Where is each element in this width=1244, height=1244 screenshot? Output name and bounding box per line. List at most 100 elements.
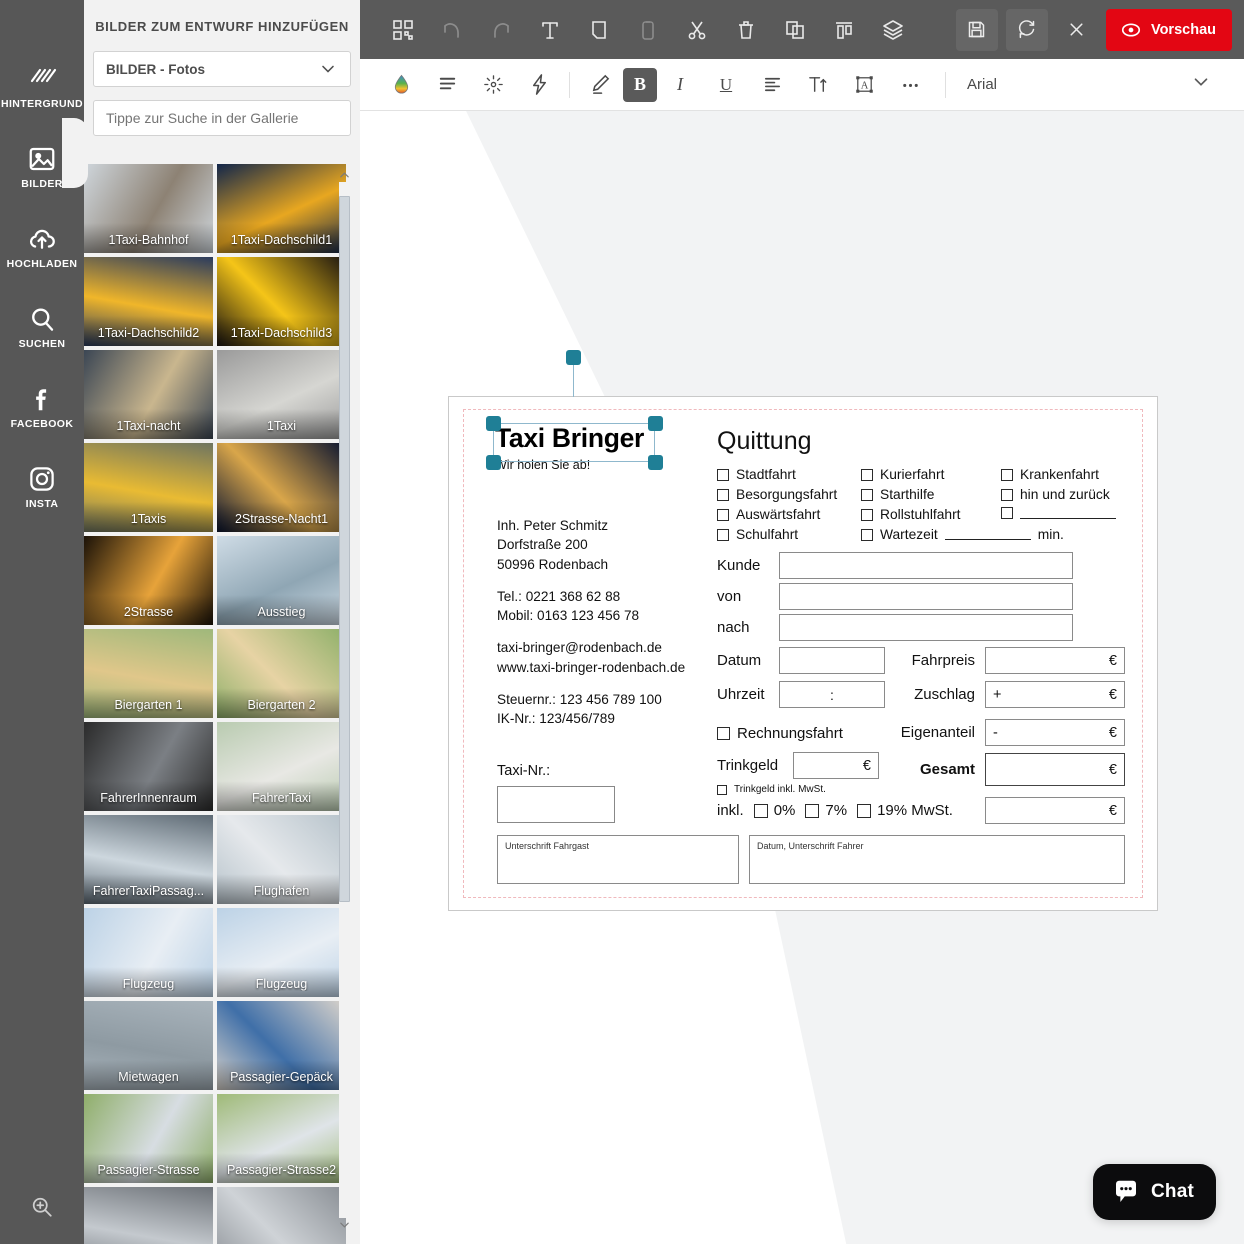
line-height-icon[interactable] bbox=[424, 59, 470, 111]
chevron-down-icon[interactable] bbox=[339, 1218, 350, 1232]
font-size-icon[interactable] bbox=[795, 59, 841, 111]
checkbox-hin-und-zurueck[interactable]: hin und zurück bbox=[1001, 487, 1110, 502]
duplicate-icon[interactable] bbox=[770, 0, 819, 59]
text-frame-icon[interactable]: A bbox=[841, 59, 887, 111]
field-nach[interactable]: nach bbox=[717, 614, 1073, 641]
checkbox-box[interactable] bbox=[1001, 507, 1013, 519]
field-trinkgeld[interactable]: Trinkgeld € bbox=[717, 752, 879, 779]
gallery-thumbnail[interactable]: 1Taxi-nacht bbox=[84, 350, 213, 439]
gallery-thumbnail[interactable]: Biergarten 2 bbox=[217, 629, 346, 718]
redo-icon[interactable] bbox=[476, 0, 525, 59]
checkbox-rollstuhlfahrt[interactable]: Rollstuhlfahrt bbox=[861, 507, 961, 522]
sidebar-item-bilder[interactable]: BILDER bbox=[0, 136, 84, 198]
sidebar-item-insta[interactable]: INSTA bbox=[0, 456, 84, 518]
shape-icon[interactable] bbox=[574, 0, 623, 59]
checkbox-box[interactable] bbox=[1001, 468, 1013, 481]
italic-icon[interactable]: I bbox=[657, 59, 703, 111]
refresh-icon[interactable] bbox=[1005, 8, 1048, 51]
checkbox-mwst-7[interactable] bbox=[805, 803, 820, 818]
checkbox-box[interactable] bbox=[861, 508, 873, 521]
checkbox-mwst-19[interactable] bbox=[857, 803, 872, 818]
gallery-thumbnail[interactable]: Ausstieg bbox=[217, 536, 346, 625]
checkbox-box[interactable] bbox=[717, 784, 727, 795]
gallery-thumbnail[interactable]: 1Taxi bbox=[217, 350, 346, 439]
align-left-icon[interactable] bbox=[749, 59, 795, 111]
checkbox-box[interactable] bbox=[861, 468, 873, 481]
checkbox-wartezeit[interactable]: Wartezeit min. bbox=[861, 527, 1064, 542]
underline-icon[interactable]: U bbox=[703, 59, 749, 111]
sidebar-item-hintergrund[interactable]: HINTERGRUND bbox=[0, 56, 84, 118]
checkbox-box[interactable] bbox=[861, 488, 873, 501]
company-address-block[interactable]: Inh. Peter Schmitz Dorfstraße 200 50996 … bbox=[497, 516, 685, 729]
gallery-thumbnail[interactable]: 1Taxi-Dachschild3 bbox=[217, 257, 346, 346]
more-icon[interactable] bbox=[887, 59, 933, 111]
resize-handle-bottom-left[interactable] bbox=[486, 455, 501, 470]
gallery-thumbnail[interactable] bbox=[84, 1187, 213, 1244]
field-input[interactable]: € bbox=[985, 753, 1125, 786]
scissors-icon[interactable] bbox=[672, 0, 721, 59]
field-input[interactable]: € bbox=[793, 752, 879, 779]
field-eigenanteil[interactable]: Eigenanteil - € bbox=[889, 719, 1125, 746]
align-top-icon[interactable] bbox=[819, 0, 868, 59]
bold-icon[interactable]: B bbox=[623, 67, 657, 102]
pen-icon[interactable] bbox=[577, 59, 623, 111]
field-input[interactable]: € bbox=[985, 647, 1125, 674]
field-input[interactable]: + € bbox=[985, 681, 1125, 708]
field-datum[interactable]: Datum bbox=[717, 647, 885, 674]
checkbox-schulfahrt[interactable]: Schulfahrt bbox=[717, 527, 798, 542]
wartezeit-write-line[interactable] bbox=[944, 529, 1031, 540]
checkbox-box[interactable] bbox=[717, 488, 729, 501]
chat-widget-button[interactable]: Chat bbox=[1092, 1164, 1216, 1220]
gallery-thumbnail[interactable]: FahrerTaxiPassag... bbox=[84, 815, 213, 904]
gallery-thumbnail[interactable]: FahrerInnenraum bbox=[84, 722, 213, 811]
signature-box-fahrgast[interactable]: Unterschrift Fahrgast bbox=[497, 835, 739, 884]
gallery-thumbnail[interactable]: 2Strasse bbox=[84, 536, 213, 625]
gallery-thumbnail[interactable]: 1Taxi-Dachschild1 bbox=[217, 164, 346, 253]
thumbnail-scroll-area[interactable]: 1Taxi-Bahnhof 1Taxi-Dachschild1 1Taxi-Dach… bbox=[84, 164, 360, 1244]
zoom-in-icon[interactable] bbox=[0, 1170, 84, 1244]
scrollbar-track[interactable] bbox=[339, 182, 350, 1218]
gallery-thumbnail[interactable]: Biergarten 1 bbox=[84, 629, 213, 718]
gallery-thumbnail[interactable]: Mietwagen bbox=[84, 1001, 213, 1090]
gallery-thumbnail[interactable]: 1Taxi-Bahnhof bbox=[84, 164, 213, 253]
gallery-thumbnail[interactable]: Flughafen bbox=[217, 815, 346, 904]
field-fahrpreis[interactable]: Fahrpreis € bbox=[899, 647, 1125, 674]
font-family-select[interactable]: Arial bbox=[967, 76, 997, 93]
mwst-row[interactable]: inkl. 0% 7% 19% MwSt. bbox=[717, 802, 953, 819]
checkbox-box[interactable] bbox=[1001, 488, 1013, 501]
scrollbar-thumb[interactable] bbox=[339, 196, 350, 902]
field-uhrzeit[interactable]: Uhrzeit : bbox=[717, 681, 885, 708]
rotate-handle[interactable] bbox=[566, 350, 581, 365]
gallery-thumbnail[interactable]: Flugzeug bbox=[84, 908, 213, 997]
field-mwst-amount[interactable]: € bbox=[985, 797, 1125, 824]
category-select[interactable]: BILDER - Fotos bbox=[93, 51, 351, 87]
checkbox-box[interactable] bbox=[717, 727, 730, 740]
field-kunde[interactable]: Kunde bbox=[717, 552, 1073, 579]
close-icon[interactable] bbox=[1056, 9, 1098, 51]
gallery-thumbnail[interactable]: Passagier-Gepäck bbox=[217, 1001, 346, 1090]
checkbox-box[interactable] bbox=[717, 508, 729, 521]
flash-icon[interactable] bbox=[516, 59, 562, 111]
chevron-down-icon[interactable] bbox=[1190, 71, 1212, 98]
chevron-up-icon[interactable] bbox=[339, 168, 350, 182]
checkbox-box[interactable] bbox=[861, 528, 873, 541]
field-input[interactable] bbox=[779, 647, 885, 674]
gallery-thumbnail[interactable]: Passagier-Strasse bbox=[84, 1094, 213, 1183]
text-icon[interactable] bbox=[525, 0, 574, 59]
effects-icon[interactable] bbox=[470, 59, 516, 111]
design-canvas[interactable]: Taxi Bringer Wir holen Sie ab! Inh. Pete… bbox=[360, 111, 1244, 1244]
signature-box-fahrer[interactable]: Datum, Unterschrift Fahrer bbox=[749, 835, 1125, 884]
color-drop-icon[interactable] bbox=[378, 59, 424, 111]
gallery-thumbnail[interactable]: 1Taxis bbox=[84, 443, 213, 532]
panel-scrollbar[interactable] bbox=[339, 168, 350, 1232]
checkbox-mwst-0[interactable] bbox=[753, 803, 768, 818]
sidebar-item-suchen[interactable]: SUCHEN bbox=[0, 296, 84, 358]
checkbox-other[interactable] bbox=[1001, 507, 1116, 519]
gallery-search-box[interactable] bbox=[93, 100, 351, 136]
field-zuschlag[interactable]: Zuschlag + € bbox=[899, 681, 1125, 708]
sidebar-item-facebook[interactable]: FACEBOOK bbox=[0, 376, 84, 438]
search-input[interactable] bbox=[106, 110, 338, 126]
resize-handle-bottom-right[interactable] bbox=[648, 455, 663, 470]
trash-icon[interactable] bbox=[721, 0, 770, 59]
other-write-line[interactable] bbox=[1020, 508, 1116, 519]
